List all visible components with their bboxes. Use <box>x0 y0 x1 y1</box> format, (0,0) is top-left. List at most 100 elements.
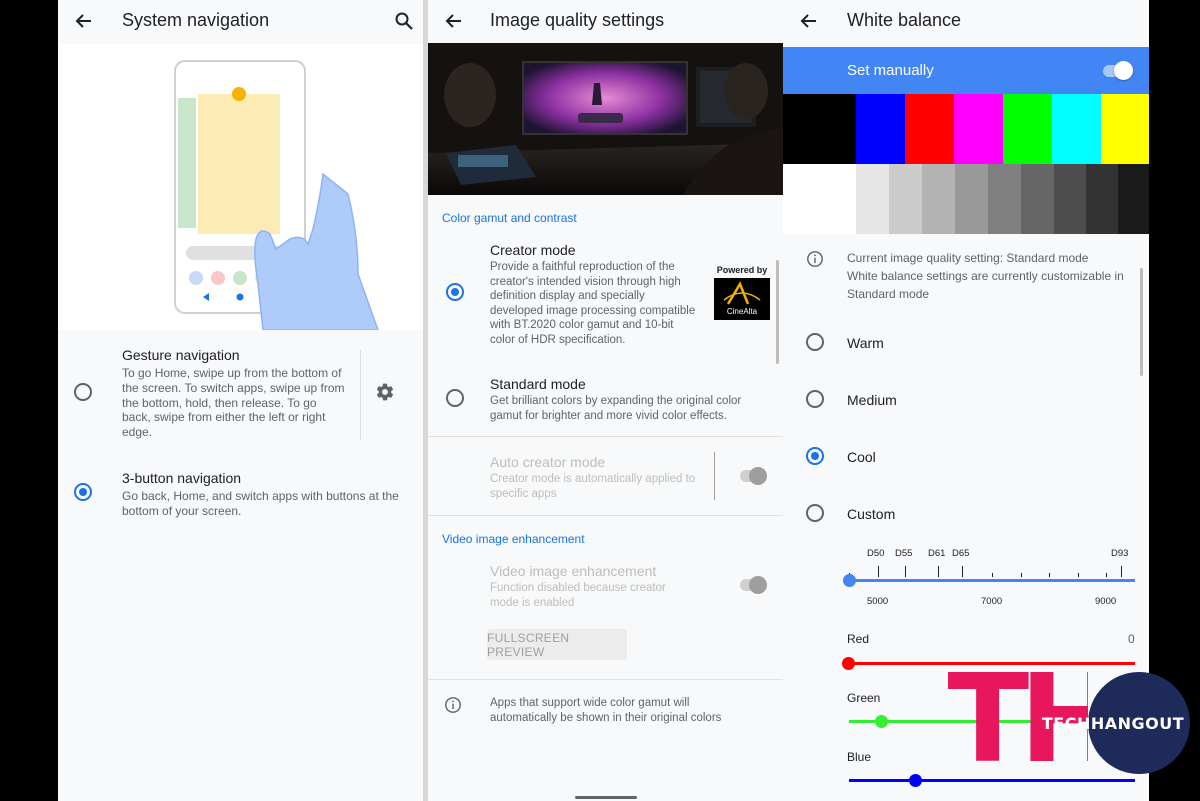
gray-test-bars <box>783 164 1149 234</box>
blue-slider-track[interactable] <box>849 779 1135 782</box>
back-arrow-icon[interactable] <box>444 11 464 31</box>
navigation-illustration <box>58 44 423 331</box>
gray-bar <box>856 164 889 234</box>
section-header-color-gamut: Color gamut and contrast <box>442 211 577 225</box>
major-tick <box>905 566 906 577</box>
red-slider-thumb[interactable] <box>842 657 855 670</box>
scrollbar[interactable] <box>776 260 779 364</box>
option-title: Standard mode <box>490 376 586 392</box>
option-title: Auto creator mode <box>490 454 606 470</box>
gesture-navigation-radio[interactable] <box>74 383 92 401</box>
temp-scale-5000: 5000 <box>867 596 889 607</box>
green-label: Green <box>847 691 881 705</box>
standard-mode-radio[interactable] <box>446 389 464 407</box>
option-description: Go back, Home, and switch apps with butt… <box>122 489 399 518</box>
image-quality-panel: Image quality settings Color gamut and c… <box>428 0 783 801</box>
option-title: Creator mode <box>490 242 576 258</box>
temp-label-d93: D93 <box>1111 548 1129 559</box>
temp-label-d55: D55 <box>895 548 913 559</box>
temp-label-d50: D50 <box>867 548 885 559</box>
creator-mode-radio[interactable] <box>446 283 464 301</box>
cool-radio[interactable] <box>806 447 824 465</box>
gear-icon[interactable] <box>375 382 395 402</box>
switch-thumb <box>749 467 767 485</box>
minor-tick <box>1078 573 1079 577</box>
gray-bar <box>1118 164 1149 234</box>
medium-radio[interactable] <box>806 390 824 408</box>
search-icon[interactable] <box>394 11 414 31</box>
system-navigation-panel: System navigation Gesture navigation To … <box>58 0 423 801</box>
scrollbar[interactable] <box>1140 268 1143 376</box>
set-manually-label: Set manually <box>847 62 934 79</box>
page-title: White balance <box>847 10 962 30</box>
back-arrow-icon[interactable] <box>74 11 94 31</box>
info-text: Apps that support wide color gamut will … <box>490 697 722 724</box>
temp-label-d65: D65 <box>952 548 970 559</box>
hero-image <box>428 43 783 195</box>
color-test-bars <box>783 94 1149 164</box>
temp-scale-7000: 7000 <box>981 596 1003 607</box>
gray-bar <box>955 164 988 234</box>
section-header-video-enhancement: Video image enhancement <box>442 532 585 546</box>
blue-slider-thumb[interactable] <box>909 774 922 787</box>
techhangout-watermark: TH TECHHANGOUT <box>948 672 1190 774</box>
divider <box>428 679 783 680</box>
gray-bar <box>1021 164 1054 234</box>
major-tick <box>1121 566 1122 577</box>
major-tick <box>938 566 939 577</box>
three-button-navigation-radio[interactable] <box>74 483 92 501</box>
gray-bar <box>1054 164 1086 234</box>
page-title: System navigation <box>122 10 270 30</box>
minor-tick <box>1106 573 1107 577</box>
cinealta-logo: CineAlta <box>714 278 770 320</box>
option-label: Cool <box>847 449 876 465</box>
option-description: To go Home, swipe up from the bottom of … <box>122 366 345 440</box>
color-bar <box>856 94 905 164</box>
divider <box>428 515 783 516</box>
minor-tick <box>992 573 993 577</box>
info-icon <box>445 697 461 713</box>
color-temperature-slider[interactable]: D50 D55 D61 D65 D93 5000 7000 9000 <box>783 540 1149 610</box>
gray-bar <box>988 164 1021 234</box>
watermark-text: TECHHANGOUT <box>1041 714 1185 733</box>
warm-radio[interactable] <box>806 333 824 351</box>
divider <box>428 436 783 437</box>
temp-slider-thumb[interactable] <box>843 574 856 587</box>
info-text-line1: Current image quality setting: Standard … <box>847 251 1089 265</box>
color-bar <box>1003 94 1052 164</box>
gray-bar <box>783 164 856 234</box>
fullscreen-preview-button[interactable]: FULLSCREEN PREVIEW <box>487 629 627 660</box>
temp-slider-track[interactable] <box>849 579 1135 582</box>
minor-tick <box>1021 573 1022 577</box>
color-bar <box>905 94 954 164</box>
divider <box>360 350 361 440</box>
option-label: Medium <box>847 392 897 408</box>
option-title: Gesture navigation <box>122 347 240 363</box>
cinealta-logo-text: CineAlta <box>726 307 758 316</box>
info-icon <box>807 251 823 267</box>
option-description: Creator mode is automatically applied to… <box>490 473 696 500</box>
temp-scale-9000: 9000 <box>1095 596 1117 607</box>
red-label: Red <box>847 632 870 646</box>
color-bar <box>1052 94 1101 164</box>
option-title: 3-button navigation <box>122 470 242 486</box>
back-arrow-icon[interactable] <box>799 11 819 31</box>
info-text-line2: White balance settings are currently cus… <box>847 269 1124 301</box>
gray-bar <box>922 164 955 234</box>
gray-bar <box>889 164 922 234</box>
red-slider-track[interactable] <box>849 662 1135 665</box>
minor-tick <box>1049 573 1050 577</box>
red-value: 0 <box>1128 632 1135 646</box>
color-bar <box>783 94 856 164</box>
color-bar <box>954 94 1003 164</box>
custom-radio[interactable] <box>806 504 824 522</box>
option-description: Get brilliant colors by expanding the or… <box>490 395 742 422</box>
blue-label: Blue <box>847 750 872 764</box>
gesture-handle[interactable] <box>575 796 637 799</box>
option-description: Function disabled because creator mode i… <box>490 582 666 609</box>
set-manually-bar[interactable]: Set manually <box>783 47 1149 94</box>
color-bar <box>1101 94 1149 164</box>
green-slider-thumb[interactable] <box>875 715 888 728</box>
option-description: Provide a faithful reproduction of the c… <box>490 261 696 346</box>
major-tick <box>962 566 963 577</box>
